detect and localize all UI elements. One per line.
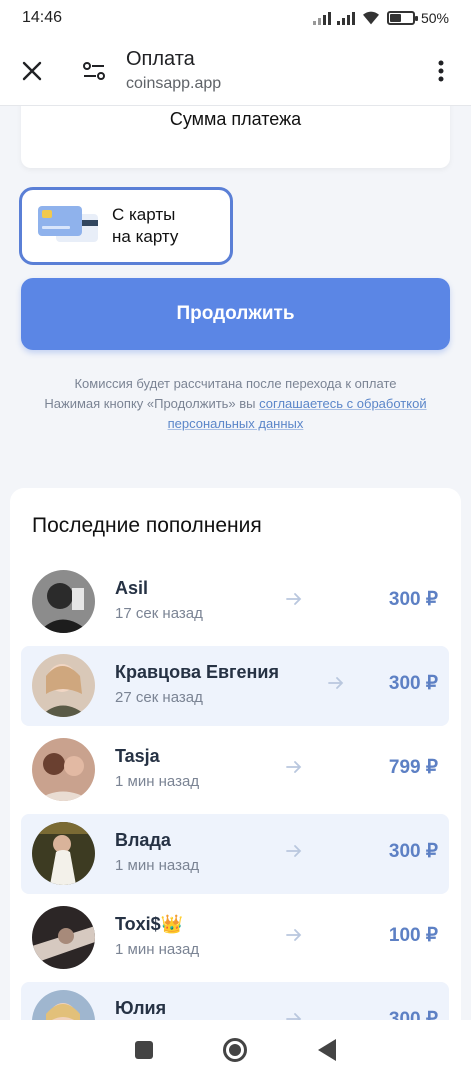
note-line2: Нажимая кнопку «Продолжить» вы соглашает… <box>20 394 451 414</box>
signal-icon <box>312 11 331 25</box>
close-icon <box>22 61 42 80</box>
status-icons: 50% <box>312 10 449 26</box>
arrow-right-icon <box>286 929 302 941</box>
privacy-link[interactable]: соглашаетесь с обработкой <box>259 396 426 411</box>
recent-topups-panel: Последние пополнения Asil 17 сек назад 3… <box>10 488 461 1020</box>
amount: 799 ₽ <box>388 757 438 778</box>
privacy-link-2[interactable]: персональных данных <box>168 416 304 431</box>
user-name: Asil <box>115 578 149 598</box>
amount-card[interactable]: Сумма платежа <box>21 106 450 168</box>
amount: 300 ₽ <box>388 1009 438 1020</box>
arrow-right-icon <box>286 761 302 773</box>
page-title: Оплата <box>126 48 195 70</box>
time-ago: 17 сек назад <box>115 605 203 622</box>
page-url: coinsapp.app <box>126 75 222 92</box>
user-name: Юлия <box>115 998 167 1018</box>
close-button[interactable] <box>0 36 64 106</box>
amount-label: Сумма платежа <box>169 109 302 129</box>
avatar <box>32 822 95 885</box>
note-line1: Комиссия будет рассчитана после перехода… <box>74 376 397 391</box>
avatar <box>32 990 95 1020</box>
user-name: Toxi$👑 <box>115 914 184 934</box>
user-name: Tasja <box>115 746 160 766</box>
site-settings-button[interactable] <box>64 36 124 106</box>
list-item: Tasja 1 мин назад 799 ₽ <box>21 730 449 810</box>
avatar <box>32 738 95 801</box>
arrow-right-icon <box>286 1013 302 1020</box>
system-nav-bar <box>0 1020 471 1080</box>
time-ago: 1 мин назад <box>115 941 200 958</box>
back-button[interactable] <box>317 1039 336 1061</box>
user-name: Кравцова Евгения <box>115 662 279 682</box>
list-item: Asil 17 сек назад 300 ₽ <box>21 562 449 642</box>
method-line1: С карты <box>112 205 176 224</box>
list-item: Toxi$👑 1 мин назад 100 ₽ <box>21 898 449 978</box>
avatar <box>32 654 95 717</box>
browser-header: Оплата coinsapp.app <box>0 36 471 106</box>
avatar <box>32 570 95 633</box>
commission-note: Комиссия будет рассчитана после перехода… <box>20 374 451 434</box>
method-label: С карты на карту <box>112 204 178 248</box>
signal-icon-2 <box>336 11 355 25</box>
list-item: Юлия 300 ₽ <box>21 982 449 1020</box>
amount: 300 ₽ <box>388 673 438 694</box>
home-button[interactable] <box>223 1038 248 1062</box>
time-ago: 1 мин назад <box>115 857 200 874</box>
recent-title: Последние пополнения <box>32 514 262 537</box>
arrow-right-icon <box>286 593 302 605</box>
page-content: Сумма платежа С карты на карту Продолжит… <box>0 106 471 1020</box>
cards-icon <box>22 196 112 256</box>
amount: 300 ₽ <box>388 589 438 610</box>
avatar <box>32 906 95 969</box>
page-titles: Оплата coinsapp.app <box>124 48 411 93</box>
tune-icon <box>83 61 105 80</box>
note-line3: персональных данных <box>20 414 451 434</box>
arrow-right-icon <box>286 845 302 857</box>
time-ago: 1 мин назад <box>115 773 200 790</box>
more-menu-button[interactable] <box>411 36 471 106</box>
more-vert-icon <box>438 60 444 81</box>
status-time: 14:46 <box>22 9 63 26</box>
recents-button[interactable] <box>135 1041 154 1059</box>
battery-icon <box>386 11 418 25</box>
battery-percent: 50% <box>420 10 449 26</box>
wifi-icon <box>362 11 379 25</box>
list-item: Влада 1 мин назад 300 ₽ <box>21 814 449 894</box>
time-ago: 27 сек назад <box>115 689 203 706</box>
arrow-right-icon <box>328 677 344 689</box>
status-bar: 14:46 50% <box>0 0 471 36</box>
payment-method-card-to-card[interactable]: С карты на карту <box>19 187 233 265</box>
amount: 300 ₽ <box>388 841 438 862</box>
amount: 100 ₽ <box>388 925 438 946</box>
user-name: Влада <box>115 830 171 850</box>
continue-button[interactable]: Продолжить <box>21 278 450 350</box>
method-line2: на карту <box>112 227 179 246</box>
note-prefix: Нажимая кнопку «Продолжить» вы <box>44 396 260 411</box>
list-item: Кравцова Евгения 27 сек назад 300 ₽ <box>21 646 449 726</box>
